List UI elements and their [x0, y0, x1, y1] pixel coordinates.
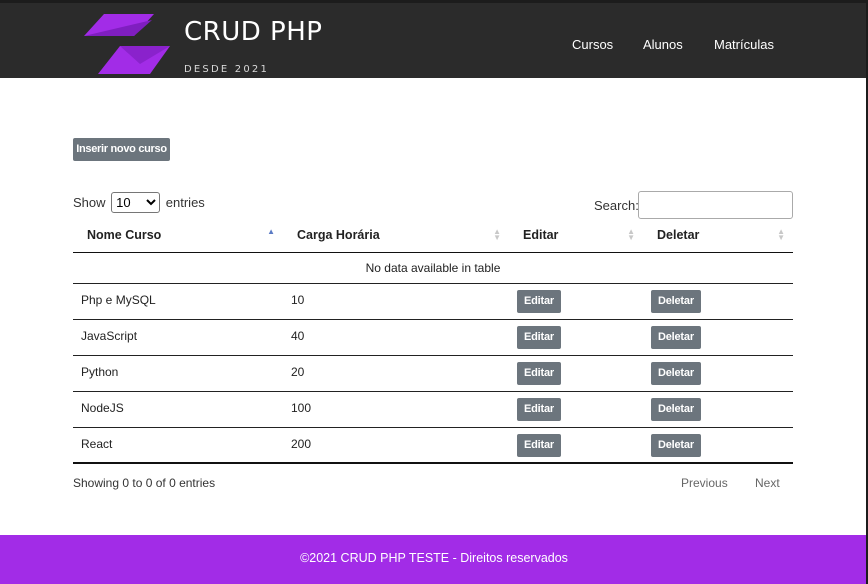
nav-link-alunos[interactable]: Alunos [643, 37, 683, 52]
site-header: CRUD PHP DESDE 2021 Cursos Alunos Matríc… [0, 0, 868, 78]
delete-button[interactable]: Deletar [651, 325, 701, 349]
delete-button[interactable]: Deletar [651, 397, 701, 421]
cell-nome-curso: Php e MySQL [73, 283, 283, 320]
delete-button[interactable]: Deletar [651, 361, 701, 385]
previous-page-button[interactable]: Previous [681, 476, 728, 490]
cell-deletar: Deletar [643, 355, 793, 392]
edit-button[interactable]: Editar [517, 289, 561, 313]
edit-button[interactable]: Editar [517, 397, 561, 421]
column-header-label: Nome Curso [87, 227, 162, 242]
sort-icon: ▲ ▼ [777, 227, 785, 242]
column-header-editar[interactable]: Editar ▲ ▼ [509, 218, 643, 253]
empty-row: No data available in table [73, 252, 793, 284]
empty-message: No data available in table [73, 252, 793, 284]
column-header-nome-curso[interactable]: Nome Curso ▲ [73, 218, 283, 253]
cell-editar: Editar [509, 355, 643, 392]
nav-link-matriculas[interactable]: Matrículas [714, 37, 774, 52]
table-body: No data available in table Php e MySQL 1… [73, 252, 793, 464]
cell-carga-horaria: 40 [283, 319, 509, 356]
search-label: Search: [594, 198, 639, 213]
next-page-button[interactable]: Next [755, 476, 780, 490]
entries-length-select[interactable]: 10 [111, 192, 161, 213]
column-header-label: Carga Horária [297, 227, 380, 242]
cell-editar: Editar [509, 391, 643, 428]
column-header-label: Editar [523, 227, 559, 242]
table-info: Showing 0 to 0 of 0 entries [73, 476, 216, 490]
cell-deletar: Deletar [643, 427, 793, 464]
length-control: Show 10 entries [73, 192, 205, 213]
column-header-carga-horaria[interactable]: Carga Horária ▲ ▼ [283, 218, 509, 253]
table-row: Python 20 Editar Deletar [73, 355, 793, 392]
show-label: Show [73, 195, 106, 210]
entries-label: entries [165, 195, 205, 210]
cell-editar: Editar [509, 283, 643, 320]
nav-link-cursos[interactable]: Cursos [572, 37, 613, 52]
table-header-row: Nome Curso ▲ Carga Horária ▲ ▼ Editar ▲ ▼ … [73, 218, 793, 253]
cell-carga-horaria: 100 [283, 391, 509, 428]
cell-nome-curso: Python [73, 355, 283, 392]
cell-nome-curso: NodeJS [73, 391, 283, 428]
cell-deletar: Deletar [643, 391, 793, 428]
cell-carga-horaria: 20 [283, 355, 509, 392]
column-header-deletar[interactable]: Deletar ▲ ▼ [643, 218, 793, 253]
footer-text: ©2021 CRUD PHP TESTE - Direitos reservad… [300, 551, 568, 565]
sort-icon: ▲ ▼ [493, 227, 501, 242]
delete-button[interactable]: Deletar [651, 433, 701, 457]
search-input[interactable] [638, 191, 793, 219]
edit-button[interactable]: Editar [517, 325, 561, 349]
insert-course-button[interactable]: Inserir novo curso [73, 138, 170, 161]
cell-carga-horaria: 200 [283, 427, 509, 464]
cell-editar: Editar [509, 427, 643, 464]
table-row: Php e MySQL 10 Editar Deletar [73, 283, 793, 320]
column-header-label: Deletar [657, 227, 700, 242]
cell-nome-curso: JavaScript [73, 319, 283, 356]
sort-icon: ▲ ▼ [627, 227, 635, 242]
table-row: React 200 Editar Deletar [73, 427, 793, 464]
brand-subtitle: DESDE 2021 [184, 64, 270, 75]
site-footer: ©2021 CRUD PHP TESTE - Direitos reservad… [0, 535, 868, 584]
cell-editar: Editar [509, 319, 643, 356]
sort-asc-icon: ▲ [267, 227, 275, 236]
cell-deletar: Deletar [643, 283, 793, 320]
cell-nome-curso: React [73, 427, 283, 464]
courses-table: Nome Curso ▲ Carga Horária ▲ ▼ Editar ▲ ▼ … [73, 218, 793, 464]
table-row: JavaScript 40 Editar Deletar [73, 319, 793, 356]
cell-deletar: Deletar [643, 319, 793, 356]
edit-button[interactable]: Editar [517, 433, 561, 457]
table-row: NodeJS 100 Editar Deletar [73, 391, 793, 428]
main-nav: Cursos Alunos Matrículas [0, 37, 868, 53]
cell-carga-horaria: 10 [283, 283, 509, 320]
delete-button[interactable]: Deletar [651, 289, 701, 313]
edit-button[interactable]: Editar [517, 361, 561, 385]
